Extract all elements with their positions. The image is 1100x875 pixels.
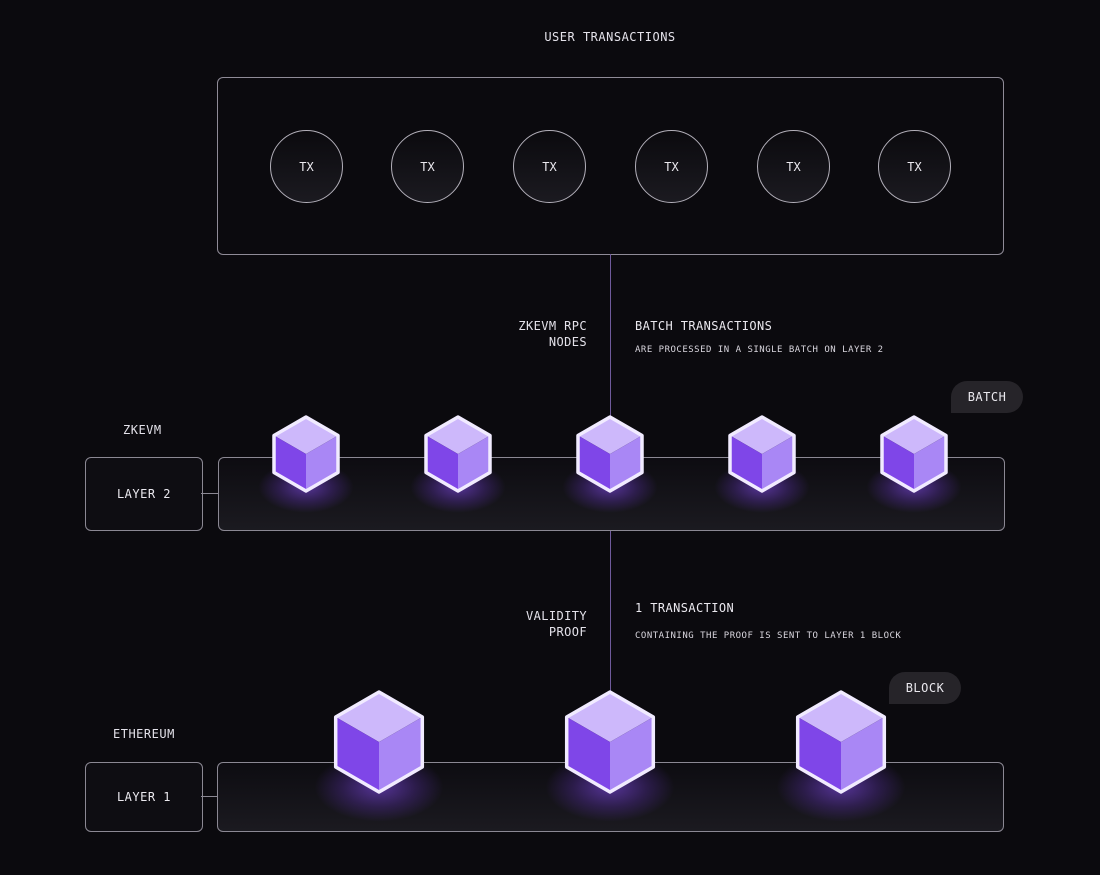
layer2-connector bbox=[201, 493, 219, 494]
layer1-cube bbox=[564, 690, 656, 794]
tx-node: TX bbox=[757, 130, 830, 203]
layer2-box: LAYER 2 bbox=[85, 457, 203, 531]
validity-proof-label: VALIDITY PROOF bbox=[430, 608, 587, 640]
layer2-cube bbox=[576, 415, 644, 493]
batch-badge: BATCH bbox=[951, 381, 1023, 413]
connector-tx-to-l2 bbox=[610, 254, 611, 424]
tx-node: TX bbox=[635, 130, 708, 203]
layer2-cube bbox=[272, 415, 340, 493]
tx-node: TX bbox=[513, 130, 586, 203]
validity-proof-line-1: VALIDITY bbox=[526, 609, 587, 623]
user-transactions-title: USER TRANSACTIONS bbox=[544, 30, 676, 44]
validity-proof-line-2: PROOF bbox=[548, 625, 587, 639]
one-transaction-subtitle: CONTAINING THE PROOF IS SENT TO LAYER 1 … bbox=[635, 631, 902, 641]
rpc-nodes-label: ZKEVM RPC NODES bbox=[430, 318, 587, 350]
layer1-box: LAYER 1 bbox=[85, 762, 203, 832]
rpc-nodes-line-2: NODES bbox=[548, 335, 587, 349]
layer1-cube bbox=[795, 690, 887, 794]
block-badge: BLOCK bbox=[889, 672, 961, 704]
layer2-cube bbox=[728, 415, 796, 493]
batch-transactions-subtitle: ARE PROCESSED IN A SINGLE BATCH ON LAYER… bbox=[635, 345, 884, 355]
tx-node: TX bbox=[878, 130, 951, 203]
tx-node: TX bbox=[391, 130, 464, 203]
layer1-cube bbox=[333, 690, 425, 794]
connector-l2-to-l1 bbox=[610, 530, 611, 694]
layer2-cube bbox=[880, 415, 948, 493]
rpc-nodes-line-1: ZKEVM RPC bbox=[518, 319, 587, 333]
layer1-connector bbox=[201, 796, 218, 797]
batch-transactions-title: BATCH TRANSACTIONS bbox=[635, 319, 773, 333]
ethereum-label: ETHEREUM bbox=[113, 727, 175, 741]
tx-node: TX bbox=[270, 130, 343, 203]
layer2-cube bbox=[424, 415, 492, 493]
zkevm-label: ZKEVM bbox=[123, 423, 162, 437]
one-transaction-title: 1 TRANSACTION bbox=[635, 601, 735, 615]
